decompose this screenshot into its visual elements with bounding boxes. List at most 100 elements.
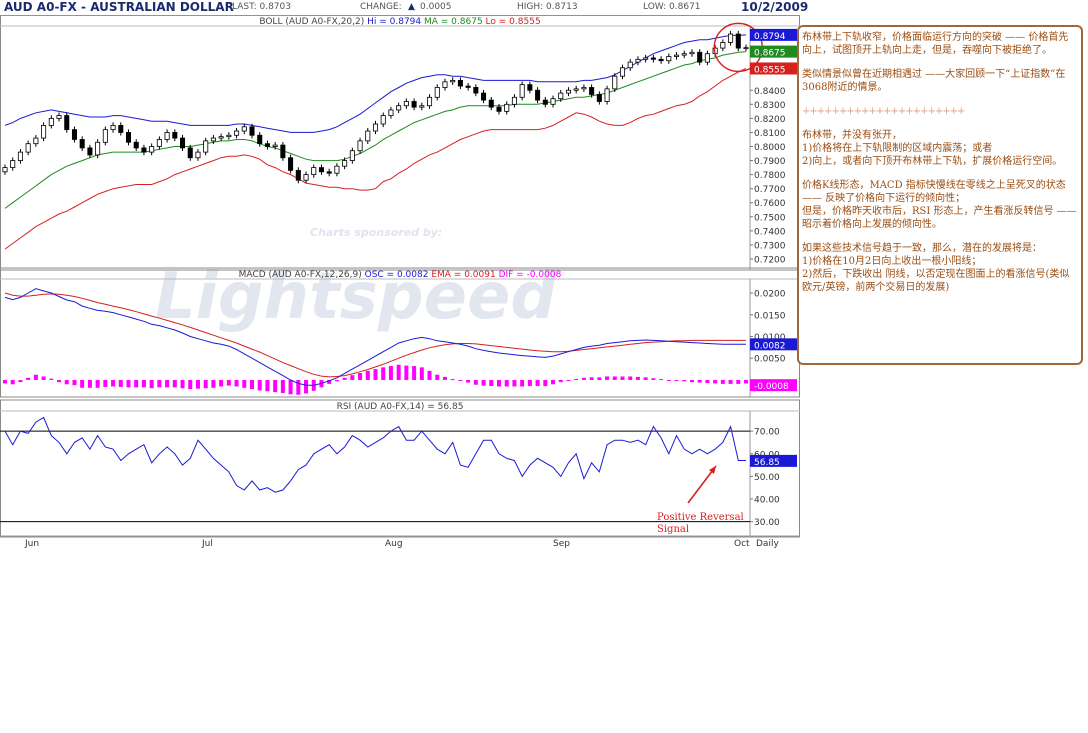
candle-body — [164, 132, 170, 140]
macd-histogram-bar — [350, 375, 355, 380]
candle-body — [303, 174, 309, 181]
macd-histogram-bar — [628, 376, 633, 380]
macd-histogram-bar — [566, 379, 571, 381]
candle-body — [187, 147, 193, 159]
candle-body — [434, 87, 440, 98]
macd-histogram-bar — [334, 379, 339, 382]
watermark-sponsor: Charts sponsored by: — [310, 226, 442, 239]
macd-histogram-bar — [674, 379, 679, 381]
boll-y-tick-label: 0.7700 — [754, 185, 786, 195]
macd-histogram-bar — [288, 379, 293, 395]
macd-histogram-bar — [118, 379, 123, 387]
macd-histogram-bar — [18, 379, 23, 383]
macd-histogram-bar — [141, 379, 146, 388]
macd-histogram-bar — [612, 376, 617, 380]
candle-body — [48, 117, 54, 126]
macd-histogram-bar — [427, 370, 432, 380]
candle-body — [226, 134, 232, 138]
candle-body — [403, 101, 409, 107]
candle-body — [357, 140, 363, 152]
candle-body — [743, 47, 749, 50]
candle-body — [573, 88, 579, 91]
upper-band-line — [4, 34, 747, 133]
candle-body — [442, 81, 448, 88]
rsi-value-tag: 56.85 — [754, 458, 780, 468]
candle-body — [650, 57, 656, 60]
instrument-title: AUD A0-FX - AUSTRALIAN DOLLAR — [4, 0, 234, 14]
candle-body — [488, 99, 494, 108]
candle-body — [496, 106, 502, 112]
candle-body — [180, 137, 186, 149]
macd-histogram-bar — [543, 379, 548, 387]
macd-histogram-bar — [103, 379, 108, 387]
macd-histogram-bar — [643, 377, 648, 380]
macd-histogram-bar — [589, 377, 594, 380]
rsi-panel-title: RSI (AUD A0-FX,14) = 56.85 — [337, 402, 464, 412]
boll-value-tag: 0.8555 — [754, 65, 786, 75]
macd-histogram-bar — [744, 379, 748, 384]
macd-histogram-bar — [134, 379, 139, 388]
candle-body — [450, 80, 456, 83]
candle-body — [704, 53, 710, 63]
macd-histogram-bar — [527, 379, 532, 387]
macd-histogram-bar — [419, 367, 424, 380]
macd-histogram-bar — [172, 379, 177, 388]
change-up-icon: ▲ — [408, 2, 415, 12]
rsi-y-tick-label: 30.00 — [754, 518, 780, 528]
macd-histogram-bar — [620, 376, 625, 380]
candle-body — [33, 137, 39, 145]
candle-body — [64, 115, 70, 131]
candle-body — [720, 42, 726, 49]
boll-panel-title: BOLL (AUD A0-FX,20,2) Hi = 0.8794 MA = 0… — [259, 17, 540, 27]
macd-histogram-bar — [581, 377, 586, 380]
rsi-y-tick-label: 70.00 — [754, 428, 780, 438]
macd-histogram-bar — [682, 379, 687, 382]
boll-y-tick-label: 0.7500 — [754, 213, 786, 223]
candle-body — [396, 105, 402, 111]
candle-body — [288, 157, 294, 171]
candle-body — [473, 87, 479, 94]
note-paragraph-3: 布林带，并没有张开， 1)价格将在上下轨限制的区域内震荡；或者 2)向上，或者向… — [802, 130, 1063, 167]
candle-body — [17, 151, 23, 161]
lower-band-line — [4, 68, 747, 250]
candle-body — [102, 129, 108, 143]
candle-body — [596, 94, 602, 102]
candle-body — [41, 125, 47, 139]
macd-histogram-bar — [497, 379, 501, 387]
macd-histogram-bar — [605, 376, 610, 380]
candle-body — [643, 57, 649, 60]
candle-body — [589, 87, 595, 95]
macd-histogram-bar — [188, 379, 193, 390]
boll-y-tick-label: 0.8100 — [754, 129, 786, 139]
candle-body — [272, 144, 278, 147]
boll-y-tick-label: 0.7800 — [754, 171, 786, 181]
chart-area: Charts sponsored by:LightspeedBOLL (AUD … — [0, 15, 800, 549]
boll-y-tick-label: 0.8400 — [754, 87, 786, 97]
candle-body — [689, 51, 695, 55]
candle-body — [674, 54, 680, 57]
macd-histogram-bar — [49, 378, 54, 380]
candle-body — [249, 126, 255, 136]
macd-histogram-bar — [404, 365, 409, 380]
candle-body — [565, 89, 571, 94]
commentary-box: 布林带上下轨收窄，价格面临运行方向的突破 —— 价格首先向上，试图顶开上轨向上走… — [797, 25, 1083, 365]
change-value: 0.0005 — [420, 2, 452, 12]
boll-y-tick-label: 0.8000 — [754, 143, 786, 153]
macd-histogram-bar — [504, 379, 509, 387]
rsi-y-tick-label: 50.00 — [754, 473, 780, 483]
macd-histogram-bar — [697, 379, 702, 383]
macd-histogram-bar — [203, 379, 208, 389]
macd-histogram-bar — [481, 379, 486, 386]
macd-histogram-bar — [234, 379, 239, 387]
candle-body — [481, 92, 487, 101]
candle-body — [234, 130, 240, 136]
boll-y-tick-label: 0.7200 — [754, 255, 786, 265]
macd-histogram-bar — [296, 379, 301, 395]
macd-value-tag: -0.0008 — [754, 382, 789, 392]
macd-histogram-bar — [126, 379, 131, 388]
macd-histogram-bar — [473, 379, 478, 385]
high-price: HIGH: 0.8713 — [517, 2, 578, 12]
candle-body — [504, 103, 510, 112]
candle-body — [457, 80, 463, 87]
candle-body — [280, 144, 286, 159]
